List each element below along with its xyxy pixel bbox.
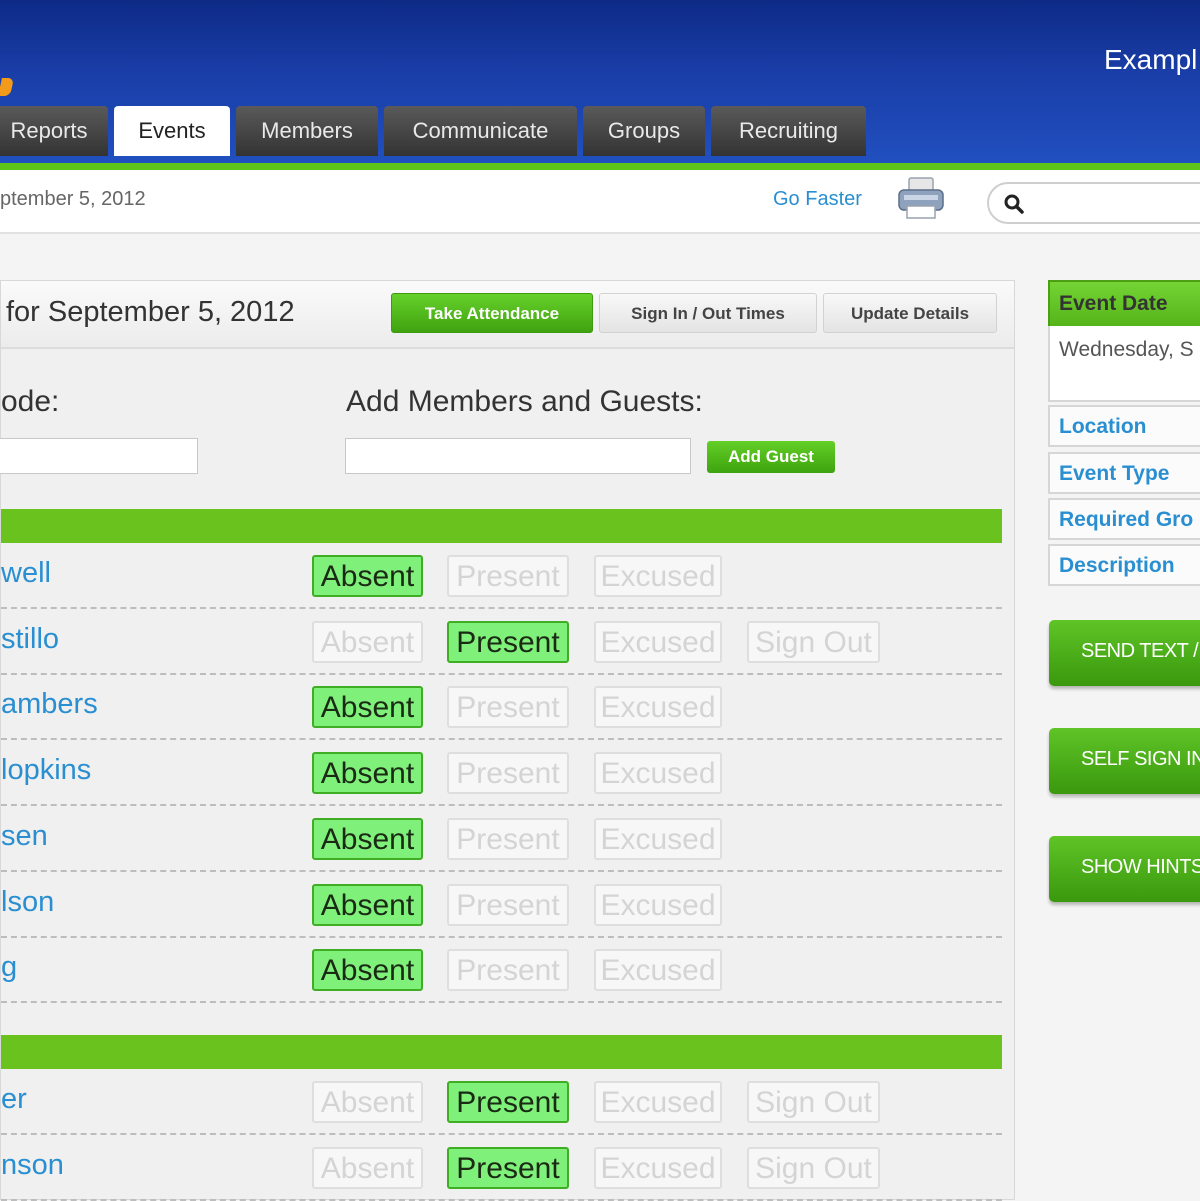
absent-button[interactable]: Absent: [312, 949, 423, 992]
send-text-button[interactable]: SEND TEXT /: [1049, 620, 1200, 686]
tab-recruiting[interactable]: Recruiting: [711, 106, 866, 156]
excused-button[interactable]: Excused: [594, 686, 722, 729]
member-name-link[interactable]: g: [1, 951, 17, 984]
absent-button[interactable]: Absent: [312, 883, 423, 926]
member-name-link[interactable]: nson: [1, 1149, 64, 1182]
present-button[interactable]: Present: [447, 949, 569, 992]
tab-members[interactable]: Members: [236, 106, 378, 156]
show-hints-button[interactable]: SHOW HINTS: [1049, 836, 1200, 902]
absent-button[interactable]: Absent: [312, 1146, 423, 1189]
attendance-row: stillo Absent Present Excused Sign Out: [1, 609, 1002, 675]
tab-events[interactable]: Events: [114, 106, 230, 156]
event-date-card: Wednesday, S: [1048, 326, 1200, 402]
attendance-panel: for September 5, 2012 Take Attendance Si…: [0, 280, 1015, 1201]
absent-button[interactable]: Absent: [312, 817, 423, 860]
self-sign-in-button[interactable]: SELF SIGN IN: [1049, 728, 1200, 794]
account-name: Exampl: [1104, 44, 1198, 75]
sidebar-link-description[interactable]: Description: [1048, 544, 1200, 586]
excused-button[interactable]: Excused: [594, 1081, 722, 1123]
tab-take-attendance[interactable]: Take Attendance: [391, 293, 593, 333]
absent-button[interactable]: Absent: [312, 686, 423, 729]
member-name-link[interactable]: ambers: [1, 688, 98, 721]
excused-button[interactable]: Excused: [594, 817, 722, 860]
member-name-link[interactable]: lson: [1, 886, 54, 919]
member-name-link[interactable]: sen: [1, 820, 48, 853]
present-button[interactable]: Present: [447, 752, 569, 795]
member-name-link[interactable]: stillo: [1, 623, 59, 656]
show-hints-label: SHOW HINTS: [1081, 856, 1200, 878]
sign-out-button[interactable]: Sign Out: [747, 1146, 880, 1189]
tab-groups[interactable]: Groups: [583, 106, 705, 156]
attendance-row: lson Absent Present Excused: [1, 872, 1002, 938]
logo[interactable]: [0, 78, 14, 96]
event-date-header: Event Date: [1048, 280, 1200, 328]
search-icon: [1004, 194, 1024, 214]
sign-out-button[interactable]: Sign Out: [747, 620, 880, 663]
excused-button[interactable]: Excused: [594, 752, 722, 795]
page-title: for September 5, 2012: [6, 296, 295, 328]
event-date-label: Event Date: [1059, 292, 1168, 315]
excused-button[interactable]: Excused: [594, 620, 722, 663]
present-button[interactable]: Present: [447, 883, 569, 926]
attendance-row: sen Absent Present Excused: [1, 806, 1002, 872]
present-button[interactable]: Present: [447, 817, 569, 860]
add-guest-button[interactable]: Add Guest: [707, 441, 835, 473]
sidebar-link-label: Location: [1059, 415, 1147, 438]
attendance-row: well Absent Present Excused: [1, 543, 1002, 609]
present-button[interactable]: Present: [447, 620, 569, 663]
absent-button[interactable]: Absent: [312, 555, 423, 597]
absent-button[interactable]: Absent: [312, 1081, 423, 1123]
excused-button[interactable]: Excused: [594, 555, 722, 597]
excused-button[interactable]: Excused: [594, 883, 722, 926]
tab-sign-in-out-times[interactable]: Sign In / Out Times: [599, 293, 817, 333]
code-label: ode:: [1, 385, 60, 418]
sidebar-link-label: Description: [1059, 554, 1175, 577]
present-button[interactable]: Present: [447, 1146, 569, 1189]
tab-update-details[interactable]: Update Details: [823, 293, 997, 333]
printer-icon[interactable]: [896, 176, 946, 222]
excused-button[interactable]: Excused: [594, 1146, 722, 1189]
panel-header: for September 5, 2012 Take Attendance Si…: [1, 281, 1014, 349]
sidebar-link-required-groups[interactable]: Required Gro: [1048, 498, 1200, 540]
member-name-link[interactable]: well: [1, 557, 51, 590]
search-input[interactable]: [987, 182, 1200, 224]
sidebar-link-event-type[interactable]: Event Type: [1048, 452, 1200, 494]
self-sign-in-label: SELF SIGN IN: [1081, 748, 1200, 770]
attendance-row: nson Absent Present Excused Sign Out: [1, 1135, 1002, 1201]
excused-button[interactable]: Excused: [594, 949, 722, 992]
sidebar-link-location[interactable]: Location: [1048, 405, 1200, 447]
present-button[interactable]: Present: [447, 555, 569, 597]
group-header-bar: [1, 509, 1002, 543]
present-button[interactable]: Present: [447, 686, 569, 729]
absent-button[interactable]: Absent: [312, 620, 423, 663]
add-members-input[interactable]: [345, 438, 691, 474]
tab-reports[interactable]: Reports: [0, 106, 108, 156]
group-header-bar: [1, 1035, 1002, 1069]
sub-header: ptember 5, 2012 Go Faster: [0, 170, 1200, 234]
attendance-row: g Absent Present Excused: [1, 937, 1002, 1004]
sidebar-link-label: Event Type: [1059, 462, 1170, 485]
event-date-value: Wednesday, S: [1059, 338, 1194, 361]
sidebar-link-label: Required Gro: [1059, 508, 1194, 531]
present-button[interactable]: Present: [447, 1081, 569, 1123]
member-name-link[interactable]: lopkins: [1, 754, 91, 787]
app-header: Exampl Reports Events Members Communicat…: [0, 0, 1200, 165]
code-input[interactable]: [0, 438, 198, 474]
header-accent-bar: [0, 163, 1200, 170]
member-name-link[interactable]: er: [1, 1083, 27, 1116]
go-faster-link[interactable]: Go Faster: [773, 188, 862, 211]
breadcrumb: ptember 5, 2012: [0, 188, 146, 210]
send-text-label: SEND TEXT /: [1081, 640, 1199, 662]
attendance-row: er Absent Present Excused Sign Out: [1, 1069, 1002, 1135]
add-members-label: Add Members and Guests:: [346, 385, 703, 418]
attendance-row: ambers Absent Present Excused: [1, 674, 1002, 741]
tab-communicate[interactable]: Communicate: [384, 106, 577, 156]
absent-button[interactable]: Absent: [312, 752, 423, 795]
sign-out-button[interactable]: Sign Out: [747, 1081, 880, 1123]
attendance-row: lopkins Absent Present Excused: [1, 740, 1002, 807]
